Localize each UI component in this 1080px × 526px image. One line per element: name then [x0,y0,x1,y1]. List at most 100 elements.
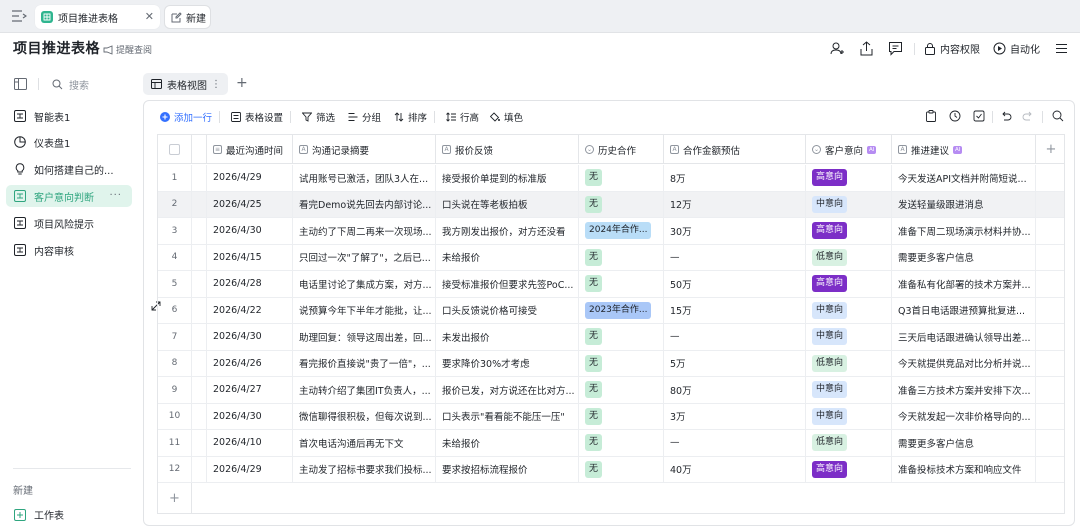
history-cell[interactable]: 无 [579,271,664,297]
quote-cell[interactable]: 报价已发，对方说还在比对方... [436,377,579,403]
view-more-icon[interactable]: ⋮ [211,79,221,90]
amount-cell[interactable]: 5万 [664,350,806,376]
table-row[interactable]: 4 2026/4/15 只回过一次"了解了"，之后已... 未给报价 无 — 低意向 需要更多… [158,244,1064,271]
row-number[interactable]: 8 [158,350,192,376]
quote-cell[interactable]: 未给报价 [436,244,579,270]
row-number[interactable]: 11 [158,430,192,456]
row-height-button[interactable]: 行高 [446,110,479,124]
row-number[interactable]: 4 [158,244,192,270]
clipboard-icon[interactable] [925,110,937,122]
advice-cell[interactable]: 准备三方技术方案并安排下次... [892,377,1036,403]
tab-project-table[interactable]: 项目推进表格 ✕ [35,5,160,29]
comment-icon[interactable] [888,41,903,56]
column-header-intent[interactable]: ⌄ 客户意向 AI [806,135,892,164]
amount-cell[interactable]: 80万 [664,377,806,403]
date-cell[interactable]: 2026/4/26 [207,350,293,376]
row-number[interactable]: 12 [158,456,192,482]
date-cell[interactable]: 2026/4/30 [207,218,293,244]
intent-cell[interactable]: 低意向 [806,350,892,376]
row-number[interactable]: 1 [158,165,192,191]
amount-cell[interactable]: 40万 [664,456,806,482]
amount-cell[interactable]: 8万 [664,165,806,191]
more-icon[interactable]: ··· [109,190,122,201]
date-cell[interactable]: 2026/4/29 [207,456,293,482]
redo-icon[interactable] [1022,110,1034,122]
date-cell[interactable]: 2026/4/27 [207,377,293,403]
advice-cell[interactable]: 准备私有化部署的技术方案并... [892,271,1036,297]
summary-cell[interactable]: 只回过一次"了解了"，之后已... [293,244,436,270]
layout-icon[interactable] [14,78,27,90]
column-header-advice[interactable]: A 推进建议 AI [892,135,1036,164]
history-cell[interactable]: 无 [579,244,664,270]
row-number[interactable]: 9 [158,377,192,403]
date-cell[interactable]: 2026/4/28 [207,271,293,297]
table-row[interactable]: 3 2026/4/30 主动约了下周二再来一次现场... 我方刚发出报价，对方还没看 2… [158,218,1064,245]
date-cell[interactable]: 2026/4/10 [207,430,293,456]
select-all-checkbox[interactable] [169,144,180,155]
amount-cell[interactable]: — [664,430,806,456]
summary-cell[interactable]: 首次电话沟通后再无下文 [293,430,436,456]
column-header-date[interactable]: ≡ 最近沟通时间 [207,135,293,164]
date-cell[interactable]: 2026/4/30 [207,324,293,350]
intent-cell[interactable]: 中意向 [806,297,892,323]
share-icon[interactable] [859,41,874,56]
intent-cell[interactable]: 中意向 [806,377,892,403]
date-cell[interactable]: 2026/4/25 [207,191,293,217]
undo-icon[interactable] [1000,110,1012,122]
history-cell[interactable]: 无 [579,324,664,350]
advice-cell[interactable]: 需要更多客户信息 [892,430,1036,456]
date-cell[interactable]: 2026/4/22 [207,297,293,323]
quote-cell[interactable]: 未给报价 [436,430,579,456]
sidebar-item-review[interactable]: 内容审核 [6,239,132,261]
summary-cell[interactable]: 看完报价直接说"贵了一倍"，... [293,350,436,376]
filter-button[interactable]: 筛选 [302,110,335,124]
group-button[interactable]: 分组 [348,110,381,124]
quote-cell[interactable]: 我方刚发出报价，对方还没看 [436,218,579,244]
history-cell[interactable]: 无 [579,377,664,403]
permission-button[interactable]: 内容权限 [924,41,980,56]
table-row[interactable]: 12 2026/4/29 主动发了招标书要求我们投标... 要求按招标流程报价 无 40万… [158,456,1064,483]
sidebar-item-dashboard[interactable]: 仪表盘1 [6,131,132,153]
search-icon[interactable] [1052,110,1064,122]
advice-cell[interactable]: 三天后电话跟进确认领导出差... [892,324,1036,350]
history-cell[interactable]: 2024年合作... [579,218,664,244]
column-header-history[interactable]: ⌄ 历史合作 [579,135,664,164]
table-row[interactable]: 7 2026/4/30 助理回复：领导这周出差，回... 未发出报价 无 — 中意向 三天后电… [158,324,1064,351]
summary-cell[interactable]: 助理回复：领导这周出差，回... [293,324,436,350]
amount-cell[interactable]: — [664,324,806,350]
add-row-button[interactable]: 添加一行 [160,110,212,124]
intent-cell[interactable]: 低意向 [806,430,892,456]
intent-cell[interactable]: 中意向 [806,324,892,350]
history-cell[interactable]: 无 [579,403,664,429]
row-number[interactable]: 3 [158,218,192,244]
table-row[interactable]: 1 2026/4/29 试用账号已激活，团队3人在... 接受报价单提到的标准版 无 8万… [158,165,1064,192]
table-row[interactable]: 9 2026/4/27 主动转介绍了集团IT负责人，... 报价已发，对方说还在比对方… [158,377,1064,404]
view-tab-grid[interactable]: 表格视图 ⋮ [143,73,228,95]
sidebar-item-customer-intent[interactable]: 客户意向判断 ··· [6,185,132,207]
table-row[interactable]: 11 2026/4/10 首次电话沟通后再无下文 未给报价 无 — 低意向 需要更多客户信息 [158,430,1064,457]
intent-cell[interactable]: 低意向 [806,244,892,270]
intent-cell[interactable]: 中意向 [806,403,892,429]
table-row[interactable]: 6 2026/4/22 说预算今年下半年才能批，让... 口头反馈说价格可接受 2023… [158,297,1064,324]
advice-cell[interactable]: 发送轻量级跟进消息 [892,191,1036,217]
column-header-amount[interactable]: A 合作金额预估 [664,135,806,164]
intent-cell[interactable]: 高意向 [806,165,892,191]
sort-button[interactable]: 排序 [394,110,427,124]
intent-cell[interactable]: 中意向 [806,191,892,217]
quote-cell[interactable]: 口头表示"看看能不能压一压" [436,403,579,429]
summary-cell[interactable]: 主动约了下周二再来一次现场... [293,218,436,244]
advice-cell[interactable]: 准备投标技术方案和响应文件 [892,456,1036,482]
quote-cell[interactable]: 口头反馈说价格可接受 [436,297,579,323]
quote-cell[interactable]: 接受标准报价但要求先签PoC... [436,271,579,297]
table-row[interactable]: 5 2026/4/28 电话里讨论了集成方案，对方... 接受标准报价但要求先签PoC… [158,271,1064,298]
table-row[interactable]: 2 2026/4/25 看完Demo说先回去内部讨论... 口头说在等老板拍板 无 12万… [158,191,1064,218]
history-icon[interactable] [949,110,961,122]
sidebar-item-smart-table[interactable]: 智能表1 [6,105,132,127]
menu-icon[interactable] [11,9,27,23]
column-header-quote[interactable]: A 报价反馈 [436,135,579,164]
quote-cell[interactable]: 要求按招标流程报价 [436,456,579,482]
amount-cell[interactable]: 50万 [664,271,806,297]
amount-cell[interactable]: 3万 [664,403,806,429]
history-cell[interactable]: 无 [579,350,664,376]
row-number[interactable]: 10 [158,403,192,429]
